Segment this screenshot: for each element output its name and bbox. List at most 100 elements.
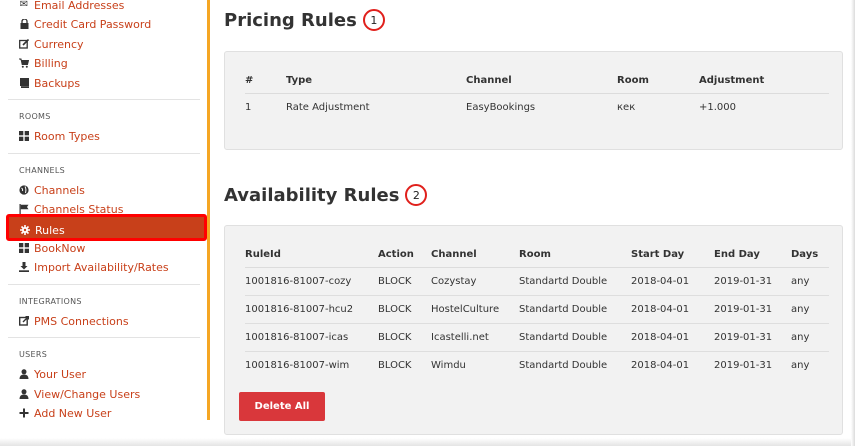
table-row[interactable]: 1001816-81007-icas BLOCK Icastelli.net S… bbox=[245, 323, 829, 352]
sidebar-item-credit-card-password[interactable]: Credit Card Password bbox=[19, 15, 151, 33]
sidebar-item-rules[interactable]: Rules bbox=[6, 214, 207, 241]
divider bbox=[8, 337, 200, 338]
table-cell: 2018-04-01 bbox=[631, 295, 714, 324]
sidebar-item-label: Credit Card Password bbox=[34, 17, 152, 31]
table-cell: BLOCK bbox=[378, 360, 412, 371]
table-cell: BLOCK bbox=[378, 295, 431, 324]
table-cell: кек bbox=[617, 102, 636, 113]
divider bbox=[8, 284, 200, 285]
sidebar-item-label: Add New User bbox=[34, 406, 112, 420]
sidebar-item-import-availability-rates[interactable]: Import Availability/Rates bbox=[19, 258, 169, 276]
table-cell: any bbox=[791, 267, 829, 296]
table-cell: any bbox=[791, 360, 810, 371]
sidebar-item-booknow[interactable]: BookNow bbox=[19, 239, 85, 257]
table-cell: 1001816-81007-icas bbox=[245, 323, 378, 352]
sidebar-item-channels[interactable]: Channels bbox=[19, 181, 85, 199]
section-heading-channels: CHANNELS bbox=[19, 166, 66, 175]
sidebar-item-label: Rules bbox=[35, 223, 65, 237]
sidebar-item-label: View/Change Users bbox=[34, 387, 141, 401]
table-row[interactable]: 1001816-81007-wim BLOCK Wimdu Standartd … bbox=[245, 352, 829, 380]
flag-icon bbox=[19, 204, 29, 214]
gear-icon bbox=[20, 225, 30, 235]
table-cell: +1.000 bbox=[699, 102, 737, 113]
sidebar-item-email-addresses[interactable]: ✉ Email Addresses bbox=[19, 0, 125, 14]
sidebar-item-room-types[interactable]: Room Types bbox=[19, 127, 100, 145]
delete-all-button[interactable]: Delete All bbox=[239, 392, 325, 421]
section-heading-integrations: INTEGRATIONS bbox=[19, 297, 82, 306]
table-cell: BLOCK bbox=[378, 323, 431, 352]
window-shadow bbox=[0, 438, 855, 446]
sidebar: ✉ Email Addresses Credit Card Password C… bbox=[0, 0, 207, 420]
column-header: Channel bbox=[431, 241, 519, 268]
table-row[interactable]: 1001816-81007-hcu2 BLOCK HostelCulture S… bbox=[245, 295, 829, 324]
section-heading: Availability Rules bbox=[224, 184, 400, 206]
table-cell: BLOCK bbox=[378, 267, 431, 296]
sidebar-item-label: Import Availability/Rates bbox=[34, 260, 169, 274]
table-cell: Wimdu bbox=[431, 360, 466, 371]
column-header: Room bbox=[519, 241, 631, 268]
grid-icon bbox=[19, 243, 29, 253]
external-link-icon bbox=[19, 316, 29, 326]
sidebar-border bbox=[207, 0, 210, 420]
table-row[interactable]: 1001816-81007-cozy BLOCK Cozystay Standa… bbox=[245, 267, 829, 296]
sidebar-item-pms-connections[interactable]: PMS Connections bbox=[19, 312, 129, 330]
section-heading-rooms: ROOMS bbox=[19, 112, 51, 121]
edit-icon bbox=[19, 39, 29, 49]
sidebar-item-currency[interactable]: Currency bbox=[19, 35, 84, 53]
column-header: Start Day bbox=[631, 241, 714, 268]
sidebar-item-label: BookNow bbox=[34, 241, 86, 255]
page-title: Pricing Rules bbox=[224, 9, 357, 31]
table-cell: EasyBookings bbox=[466, 102, 536, 113]
window-shadow-right bbox=[851, 0, 855, 446]
table-row[interactable]: 1 Rate Adjustment EasyBookings кек +1.00… bbox=[245, 94, 829, 122]
table-cell: 1001816-81007-hcu2 bbox=[245, 295, 378, 324]
table-cell: 1001816-81007-cozy bbox=[245, 267, 378, 296]
table-cell: 2018-04-01 bbox=[631, 267, 714, 296]
download-icon bbox=[19, 262, 29, 272]
table-cell: Icastelli.net bbox=[431, 323, 519, 352]
table-cell: Standartd Double bbox=[519, 360, 608, 371]
sidebar-item-label: Your User bbox=[34, 367, 87, 381]
globe-icon bbox=[19, 185, 29, 195]
table-cell: 2019-01-31 bbox=[714, 360, 773, 371]
table-cell: HostelCulture bbox=[431, 295, 519, 324]
table-cell: any bbox=[791, 323, 829, 352]
sidebar-item-label: Backups bbox=[34, 76, 81, 90]
sidebar-item-rules-content: Rules bbox=[20, 221, 65, 239]
column-header: Days bbox=[791, 241, 829, 268]
table-cell: Standartd Double bbox=[519, 267, 631, 296]
pricing-rules-table: # Type Channel Room Adjustment 1 Rate Ad… bbox=[245, 67, 829, 121]
column-header: Room bbox=[617, 67, 699, 94]
column-header: Action bbox=[378, 241, 431, 268]
table-cell: 2019-01-31 bbox=[714, 323, 791, 352]
plus-icon bbox=[19, 408, 29, 418]
table-cell: 2019-01-31 bbox=[714, 267, 791, 296]
availability-rules-table: RuleId Action Channel Room Start Day End… bbox=[245, 241, 829, 379]
sidebar-item-label: Billing bbox=[34, 56, 68, 70]
sidebar-item-view-change-users[interactable]: View/Change Users bbox=[19, 385, 140, 403]
callout-badge-2: 2 bbox=[405, 184, 428, 206]
sidebar-item-label: Currency bbox=[34, 37, 84, 51]
table-cell: 1001816-81007-wim bbox=[245, 360, 350, 371]
sidebar-item-label: PMS Connections bbox=[34, 314, 129, 328]
column-header: Channel bbox=[466, 67, 617, 94]
sidebar-item-billing[interactable]: Billing bbox=[19, 54, 68, 72]
book-icon bbox=[19, 78, 29, 88]
table-header-row: # Type Channel Room Adjustment bbox=[245, 67, 829, 94]
table-cell: any bbox=[791, 295, 829, 324]
availability-rules-title: Availability Rules 2 bbox=[224, 184, 428, 206]
column-header: Type bbox=[286, 67, 466, 94]
sidebar-item-add-new-user[interactable]: Add New User bbox=[19, 404, 111, 420]
table-cell: 2018-04-01 bbox=[631, 360, 690, 371]
callout-badge-1: 1 bbox=[362, 9, 385, 31]
sidebar-item-label: Email Addresses bbox=[34, 0, 125, 12]
sidebar-item-backups[interactable]: Backups bbox=[19, 74, 80, 92]
table-cell: Rate Adjustment bbox=[286, 102, 370, 113]
grid-icon bbox=[19, 131, 29, 141]
sidebar-item-your-user[interactable]: Your User bbox=[19, 365, 86, 383]
section-heading-users: USERS bbox=[19, 350, 48, 359]
table-cell: 2019-01-31 bbox=[714, 295, 791, 324]
column-header: RuleId bbox=[245, 241, 378, 268]
user-icon bbox=[19, 389, 29, 399]
lock-icon bbox=[19, 19, 29, 29]
